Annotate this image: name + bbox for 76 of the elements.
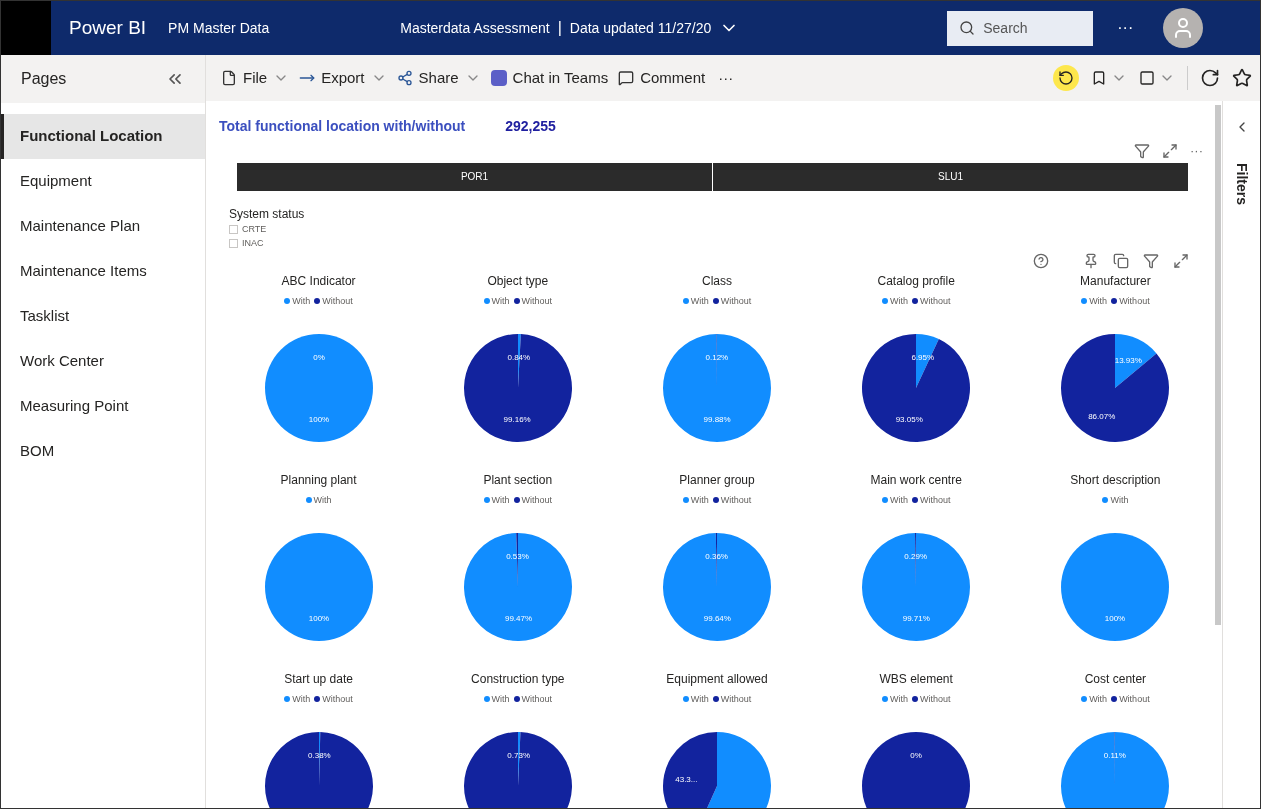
data-label: 0% (910, 750, 922, 760)
report-name: Masterdata Assessment (400, 18, 550, 38)
legend-label: Without (322, 692, 353, 706)
data-label: 100% (308, 415, 329, 425)
legend-label: With (690, 294, 709, 308)
chart-title: Main work centre (870, 471, 962, 488)
data-label: 99.47% (504, 614, 532, 624)
chart-title: Manufacturer (1080, 272, 1151, 289)
data-label: 0.38% (307, 750, 331, 760)
legend-label: Without (521, 692, 553, 706)
legend-label: Without (720, 294, 752, 308)
search-placeholder: Search (983, 18, 1028, 38)
data-label: 100% (1105, 614, 1126, 624)
legend-label: Without (1119, 294, 1150, 308)
data-updated: Data updated 11/27/20 (569, 18, 712, 38)
chart-title: Equipment allowed (666, 670, 768, 687)
checkbox-label: CRTE (242, 222, 267, 236)
data-label: 99.71% (902, 614, 931, 624)
data-label: 6.95% (911, 353, 935, 363)
chart-title: WBS element (879, 670, 953, 687)
total-label: Total functional location with/without (219, 117, 466, 136)
legend-label: Without (521, 294, 553, 308)
data-label: 0.29% (904, 551, 928, 561)
chart-title: Planner group (679, 471, 755, 488)
legend-label: With (491, 692, 510, 706)
data-label: 0.73% (507, 750, 530, 760)
data-label: 0% (312, 352, 325, 362)
title-separator: | (557, 18, 562, 38)
legend-label: With (690, 493, 709, 507)
chart-title: Object type (487, 272, 549, 289)
slicer-title: System status (229, 205, 306, 223)
chart-title: Planning plant (280, 471, 357, 488)
legend-label: Without (322, 294, 353, 308)
legend-label: Without (521, 493, 553, 507)
legend-label: With (690, 692, 709, 706)
legend-label: With (292, 692, 311, 706)
legend-label: Without (919, 493, 951, 507)
data-label: 93.05% (895, 414, 923, 424)
legend-label: With (491, 493, 510, 507)
chart-title: Plant section (483, 471, 553, 488)
legend-label: With (491, 294, 510, 308)
chart-title: ABC Indicator (281, 272, 356, 289)
data-label: 0.53% (505, 551, 529, 561)
chart-title: Class (702, 272, 732, 289)
pages-title: Pages (21, 69, 67, 89)
legend-label: Without (1119, 692, 1150, 706)
legend-label: Without (919, 692, 951, 706)
checkbox-label: INAC (242, 236, 264, 250)
legend-label: With (1089, 294, 1108, 308)
chart-title: Short description (1070, 471, 1161, 488)
data-label: 0.12% (705, 352, 729, 362)
legend-label: With (313, 493, 332, 507)
legend-label: With (1089, 692, 1108, 706)
data-label: 86.07% (1088, 412, 1116, 422)
data-label: 99.64% (703, 614, 731, 624)
legend-label: Without (720, 692, 752, 706)
chart-title: Start up date (284, 670, 353, 687)
data-label: 0.11% (1104, 750, 1127, 760)
legend-label: With (889, 294, 908, 308)
legend-label: With (292, 294, 311, 308)
legend-label: Without (919, 294, 951, 308)
total-value: 292,255 (505, 117, 556, 136)
legend-label: Without (720, 493, 752, 507)
legend-label: With (889, 692, 908, 706)
data-label: 0.84% (507, 352, 530, 362)
data-label: 13.93% (1115, 355, 1143, 365)
data-label: 99.16% (503, 415, 531, 425)
chart-title: Cost center (1084, 670, 1147, 687)
chart-title: Construction type (471, 670, 565, 687)
legend-label: With (889, 493, 908, 507)
data-label: 100% (308, 614, 329, 624)
data-label: 0.36% (705, 551, 728, 561)
chart-title: Catalog profile (877, 272, 955, 289)
data-label: 99.88% (703, 415, 731, 425)
legend-label: With (1110, 493, 1129, 507)
data-label: 43.3... (675, 775, 698, 785)
